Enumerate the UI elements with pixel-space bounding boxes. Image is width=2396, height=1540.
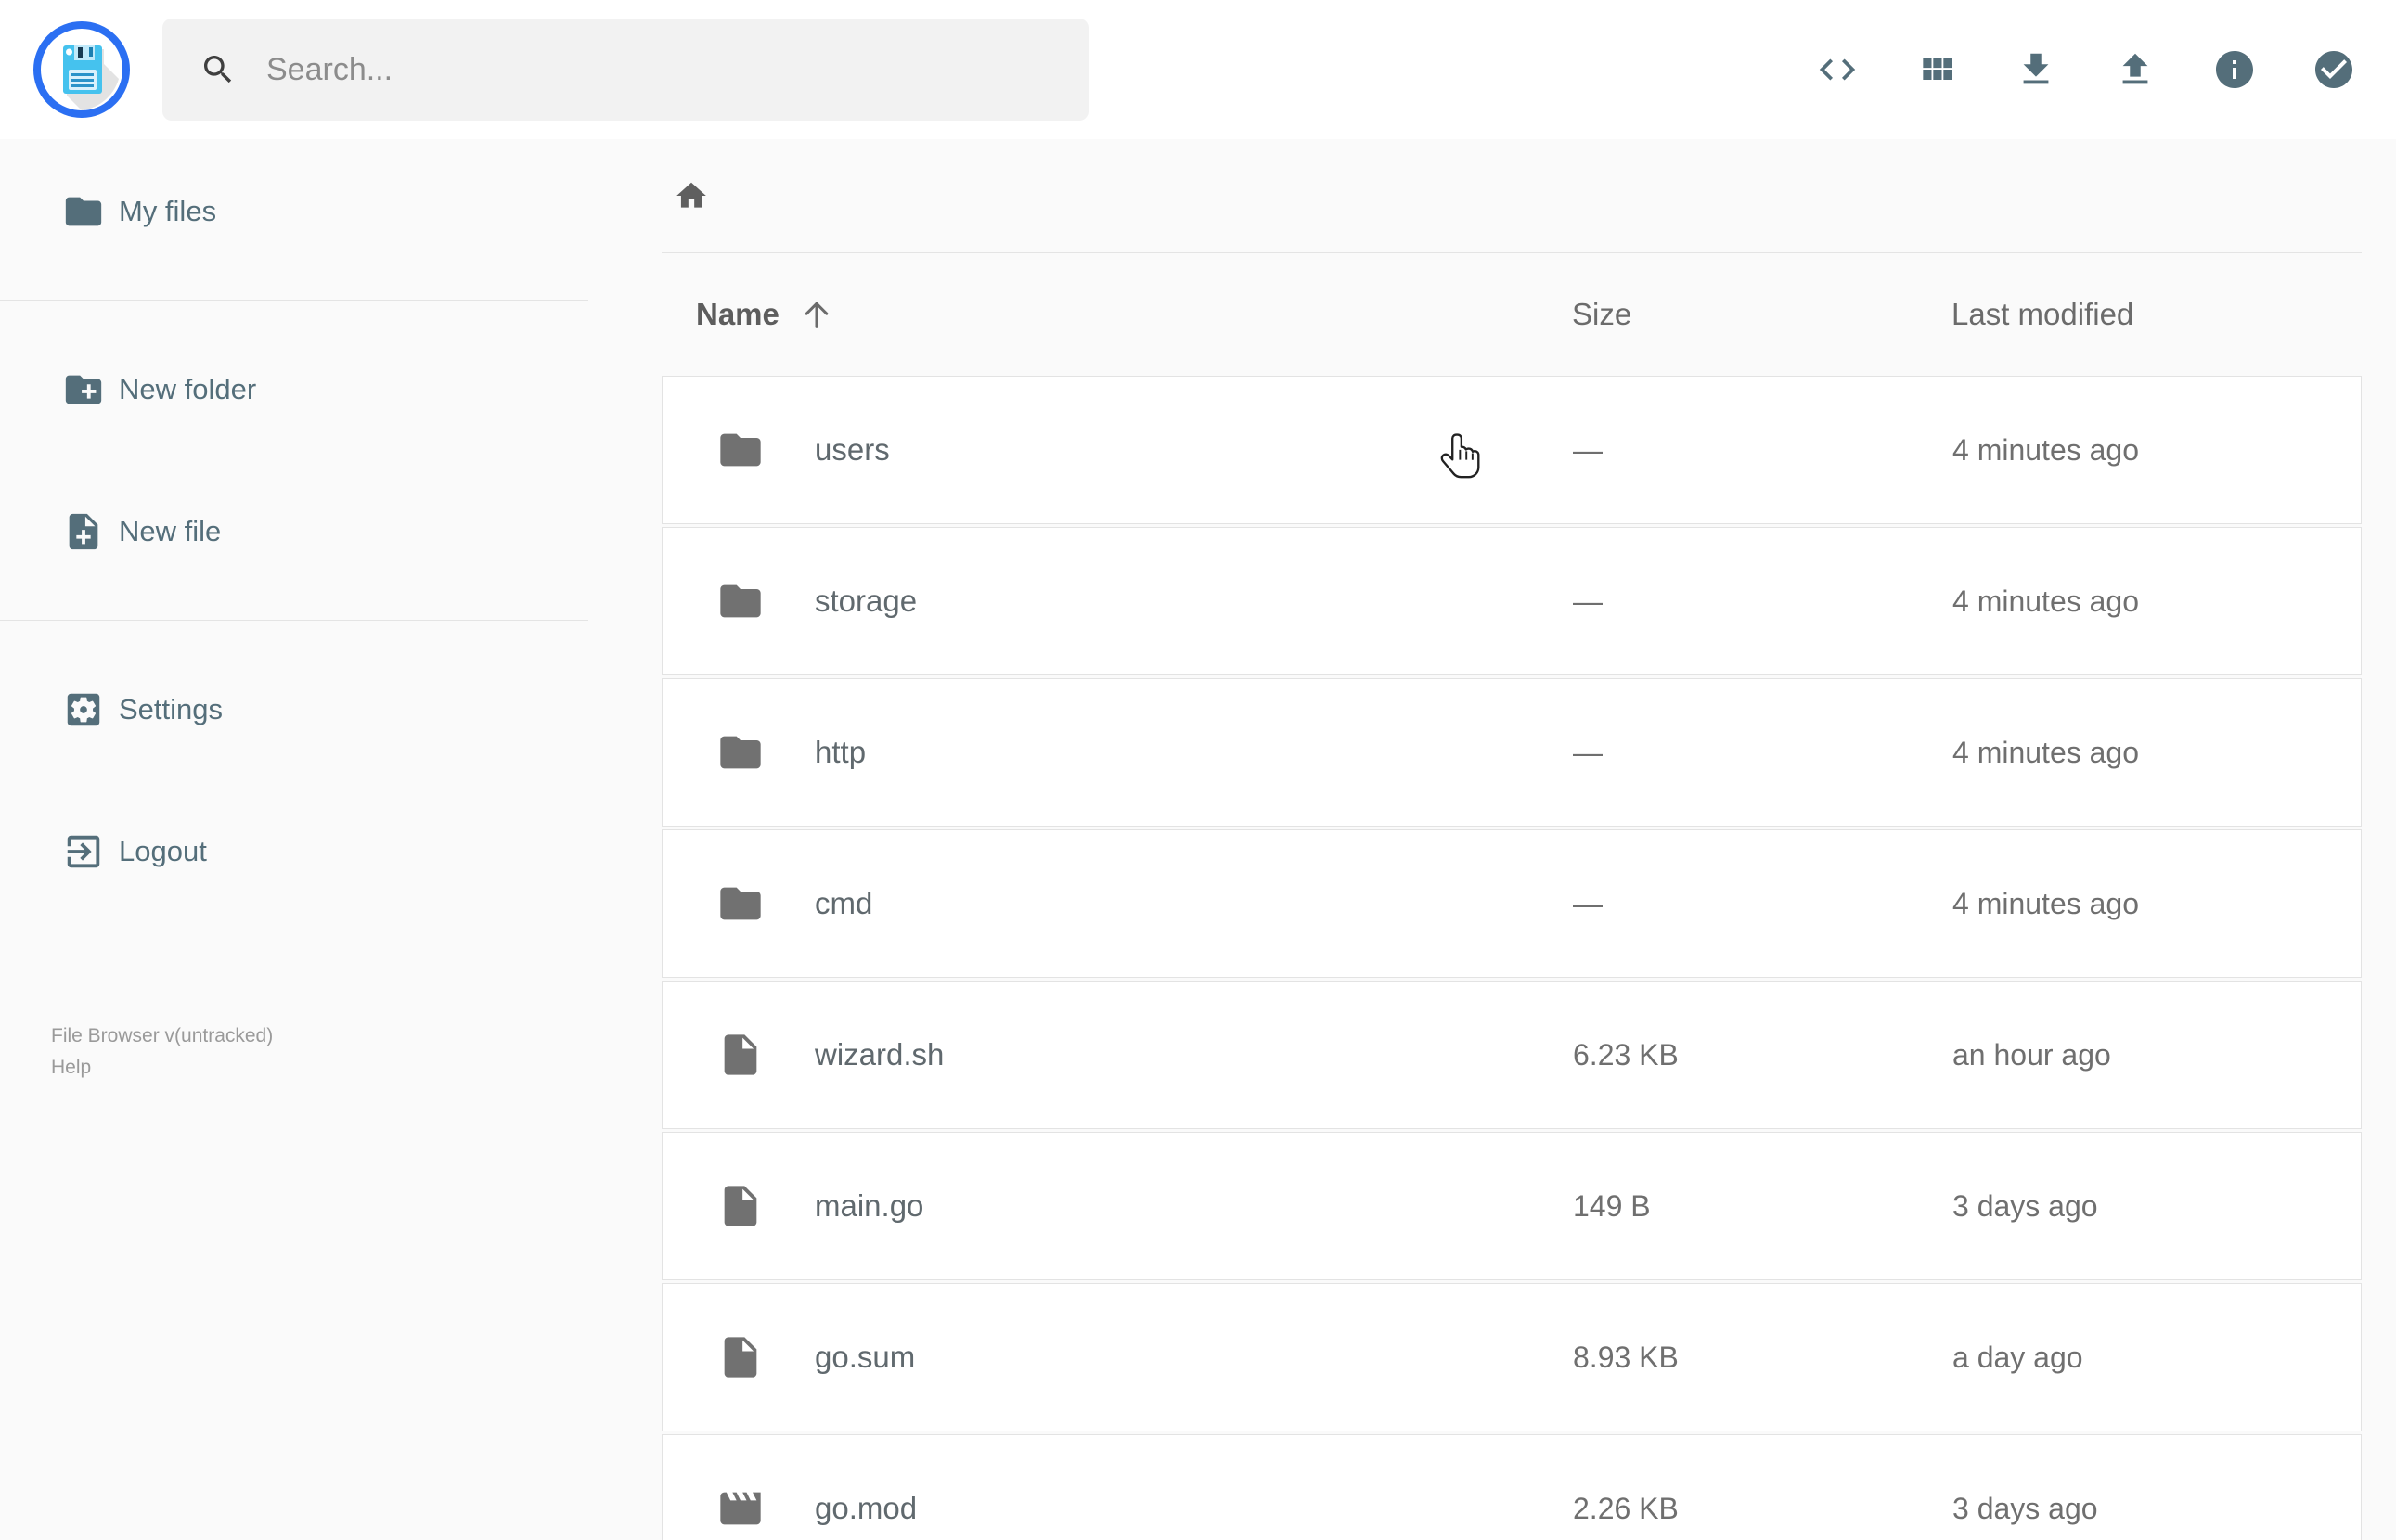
column-header-name[interactable]: Name (662, 296, 1572, 333)
file-name: go.sum (815, 1340, 916, 1374)
file-name: storage (815, 584, 918, 618)
sidebar: My files New folder New file Settings Lo… (0, 139, 588, 1540)
upload-icon (2114, 48, 2157, 91)
table-row[interactable]: http — 4 minutes ago (662, 678, 2362, 827)
search-input[interactable] (266, 51, 1089, 88)
sidebar-item-label: Logout (119, 834, 207, 867)
upload-button[interactable] (2085, 0, 2184, 139)
download-button[interactable] (1986, 0, 2085, 139)
sidebar-item-label: Settings (119, 692, 224, 725)
toolbar-actions (1787, 0, 2383, 139)
top-bar (0, 0, 2396, 139)
select-multiple-button[interactable] (2284, 0, 2383, 139)
column-header-modified[interactable]: Last modified (1952, 297, 2362, 332)
sidebar-item-label: New folder (119, 372, 257, 405)
sort-ascending-icon (798, 296, 835, 333)
column-header-size[interactable]: Size (1572, 297, 1952, 332)
sidebar-footer: File Browser v(untracked) Help (0, 1020, 588, 1084)
column-header-name-label: Name (696, 297, 779, 331)
file-listing: Name Size Last modified users — 4 minute… (588, 139, 2396, 1540)
folder-icon (62, 190, 105, 233)
settings-icon (62, 688, 105, 731)
file-modified: an hour ago (1952, 1037, 2111, 1072)
file-size: 2.26 KB (1573, 1491, 1679, 1525)
table-row[interactable]: go.mod 2.26 KB 3 days ago (662, 1434, 2362, 1540)
sidebar-item-new-folder[interactable]: New folder (0, 336, 588, 443)
movie-icon (716, 1484, 765, 1533)
file-browser-logo[interactable] (0, 0, 162, 139)
download-icon (2015, 48, 2057, 91)
sidebar-item-settings[interactable]: Settings (0, 656, 588, 763)
help-link[interactable]: Help (51, 1052, 91, 1084)
file-size: 149 B (1573, 1188, 1651, 1223)
file-modified: a day ago (1952, 1340, 2083, 1374)
file-size: — (1573, 432, 1603, 467)
table-row[interactable]: storage — 4 minutes ago (662, 527, 2362, 675)
file-name: users (815, 432, 890, 467)
folder-icon (716, 879, 765, 928)
file-name: main.go (815, 1188, 924, 1223)
file-modified: 3 days ago (1952, 1188, 2098, 1223)
file-size: — (1573, 886, 1603, 920)
file-rows: users — 4 minutes ago storage — 4 minute… (662, 376, 2362, 1540)
file-modified: 3 days ago (1952, 1491, 2098, 1525)
table-row[interactable]: wizard.sh 6.23 KB an hour ago (662, 981, 2362, 1129)
file-modified: 4 minutes ago (1952, 886, 2140, 920)
file-name: cmd (815, 886, 873, 920)
info-icon (2212, 47, 2257, 92)
logout-icon (62, 830, 105, 873)
file-icon (716, 1182, 765, 1230)
file-modified: 4 minutes ago (1952, 432, 2140, 467)
file-size: — (1573, 584, 1603, 618)
sidebar-item-label: New file (119, 514, 222, 547)
info-button[interactable] (2184, 0, 2284, 139)
folder-icon (716, 728, 765, 776)
search-icon (200, 51, 237, 88)
sidebar-item-my-files[interactable]: My files (0, 158, 588, 264)
home-icon (674, 178, 709, 213)
grid-view-icon (1916, 49, 1957, 90)
file-name: http (815, 735, 867, 769)
file-size: — (1573, 735, 1603, 769)
folder-icon (716, 426, 765, 474)
file-modified: 4 minutes ago (1952, 584, 2140, 618)
floppy-disk-logo-icon (32, 21, 130, 118)
file-name: wizard.sh (815, 1037, 945, 1072)
file-icon (716, 1031, 765, 1079)
file-size: 6.23 KB (1573, 1037, 1679, 1072)
folder-icon (716, 577, 765, 625)
table-row[interactable]: cmd — 4 minutes ago (662, 829, 2362, 978)
table-row[interactable]: main.go 149 B 3 days ago (662, 1132, 2362, 1280)
switch-view-button[interactable] (1887, 0, 1986, 139)
breadcrumb (662, 139, 2362, 252)
file-size: 8.93 KB (1573, 1340, 1679, 1374)
sidebar-item-new-file[interactable]: New file (0, 478, 588, 584)
search-bar[interactable] (162, 19, 1089, 121)
listing-header: Name Size Last modified (662, 253, 2362, 376)
breadcrumb-home-button[interactable] (674, 178, 709, 213)
check-circle-icon (2312, 47, 2356, 92)
new-folder-icon (62, 368, 105, 411)
file-icon (716, 1333, 765, 1381)
new-file-icon (62, 510, 105, 553)
file-modified: 4 minutes ago (1952, 735, 2140, 769)
shell-button[interactable] (1787, 0, 1887, 139)
app-version: File Browser v(untracked) (51, 1025, 274, 1046)
sidebar-item-logout[interactable]: Logout (0, 798, 588, 905)
table-row[interactable]: users — 4 minutes ago (662, 376, 2362, 524)
code-icon (1816, 48, 1859, 91)
file-name: go.mod (815, 1491, 918, 1525)
table-row[interactable]: go.sum 8.93 KB a day ago (662, 1283, 2362, 1431)
sidebar-item-label: My files (119, 194, 217, 227)
